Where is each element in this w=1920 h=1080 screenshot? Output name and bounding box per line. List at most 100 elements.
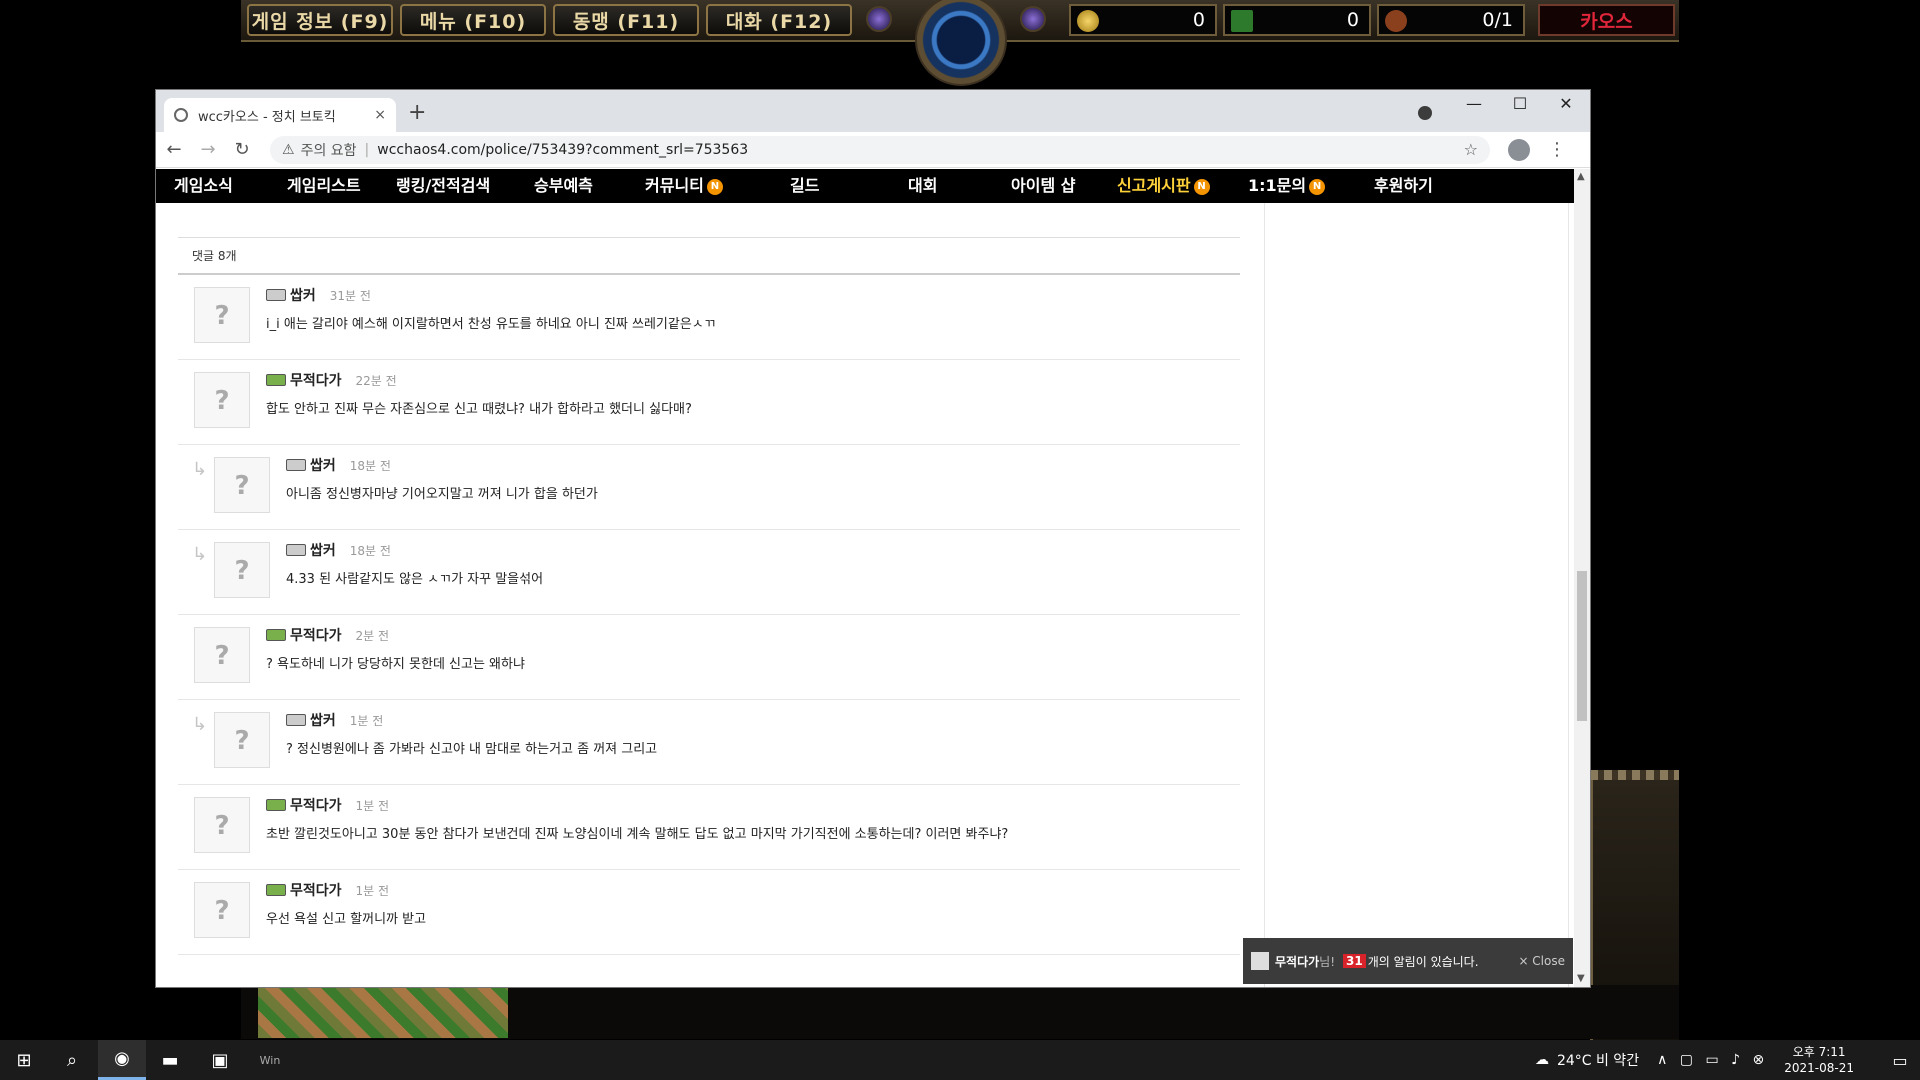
reply-arrow-icon: ↳ bbox=[192, 714, 208, 735]
site-nav: 게임소식 게임리스트 랭킹/전적검색 승부예측 커뮤니티 N 길드 대회 아이템 … bbox=[156, 169, 1576, 203]
nav-game-list[interactable]: 게임리스트 bbox=[287, 169, 361, 203]
chat-button[interactable]: 대화 (F12) bbox=[706, 4, 852, 36]
nav-game-news[interactable]: 게임소식 bbox=[174, 169, 233, 203]
food-counter: 0/1 bbox=[1377, 4, 1525, 36]
maximize-icon[interactable]: ☐ bbox=[1498, 94, 1542, 113]
comment-time: 1분 전 bbox=[355, 798, 390, 813]
comment-author[interactable]: 무적다가 22분 전 bbox=[266, 370, 397, 390]
security-label[interactable]: 주의 요함 bbox=[301, 140, 357, 160]
tab-search-icon[interactable] bbox=[1418, 106, 1432, 120]
lumber-value: 0 bbox=[1346, 9, 1359, 31]
avatar[interactable]: ? bbox=[194, 882, 250, 938]
menu-button[interactable]: 메뉴 (F10) bbox=[400, 4, 546, 36]
comment-author[interactable]: 쌉커 1분 전 bbox=[286, 710, 383, 730]
chaos-label: 카오스 bbox=[1538, 4, 1675, 36]
level-icon bbox=[266, 289, 286, 301]
notice-count: 31 bbox=[1343, 954, 1366, 968]
profile-icon[interactable] bbox=[1508, 138, 1530, 161]
back-icon[interactable]: ← bbox=[158, 139, 190, 160]
comment-author[interactable]: 쌉커 31분 전 bbox=[266, 285, 371, 305]
avatar[interactable]: ? bbox=[194, 287, 250, 343]
chrome-icon[interactable]: ◉ bbox=[98, 1040, 146, 1080]
comment-author[interactable]: 무적다가 1분 전 bbox=[266, 795, 389, 815]
comment-item: ? 쌉커 31분 전 i_i 애는 갈리야 예스해 이지랄하면서 찬성 유도를 하… bbox=[178, 275, 1240, 360]
notice-suffix: 님! bbox=[1319, 954, 1336, 969]
nav-label: 아이템 샵 bbox=[1011, 176, 1076, 195]
comment-author[interactable]: 무적다가 2분 전 bbox=[266, 625, 389, 645]
nav-guild[interactable]: 길드 bbox=[790, 169, 819, 203]
level-icon bbox=[286, 459, 306, 471]
search-icon[interactable]: ⌕ bbox=[48, 1040, 96, 1080]
scroll-up-icon[interactable]: ▲ bbox=[1577, 171, 1585, 182]
page-scrollbar[interactable]: ▲ ▼ bbox=[1574, 169, 1590, 987]
avatar[interactable]: ? bbox=[194, 797, 250, 853]
divider: | bbox=[364, 141, 370, 158]
avatar[interactable]: ? bbox=[214, 712, 270, 768]
scroll-down-icon[interactable]: ▼ bbox=[1577, 973, 1585, 984]
windows-start-icon[interactable]: ⊞ bbox=[0, 1040, 48, 1080]
minimize-icon[interactable]: — bbox=[1452, 94, 1496, 113]
comment-item: ? 무적다가 1분 전 초반 깔린것도아니고 30분 동안 참다가 보낸건데 진짜… bbox=[178, 785, 1240, 870]
close-icon[interactable]: ✕ bbox=[1544, 94, 1588, 113]
nav-label: 대회 bbox=[908, 176, 938, 195]
forward-icon[interactable]: → bbox=[192, 139, 224, 160]
avatar[interactable]: ? bbox=[214, 542, 270, 598]
new-badge: N bbox=[1309, 178, 1326, 195]
tab-close-button[interactable]: × bbox=[374, 107, 386, 123]
warcraft-icon[interactable]: ▣ bbox=[196, 1040, 244, 1080]
file-explorer-icon[interactable]: ▬ bbox=[146, 1040, 194, 1080]
gem-icon bbox=[1020, 6, 1046, 32]
more-menu-icon[interactable]: ⋮ bbox=[1548, 139, 1566, 160]
avatar[interactable]: ? bbox=[194, 627, 250, 683]
game-info-button[interactable]: 게임 정보 (F9) bbox=[247, 4, 393, 36]
author-name: 무적다가 bbox=[290, 883, 342, 899]
nav-community[interactable]: 커뮤니티 N bbox=[645, 169, 723, 203]
sidebar-divider bbox=[1568, 203, 1569, 987]
tab-title: wcc카오스 - 정치 브토킥 bbox=[198, 109, 336, 125]
app-label[interactable]: Win bbox=[246, 1040, 294, 1080]
comment-item: ? 무적다가 1분 전 우선 욕설 신고 할꺼니까 받고 bbox=[178, 870, 1240, 955]
nav-report-board[interactable]: 신고게시판 N bbox=[1117, 169, 1210, 203]
comment-time: 31분 전 bbox=[329, 288, 371, 303]
nav-tournament[interactable]: 대회 bbox=[908, 169, 937, 203]
tab-bar: wcc카오스 - 정치 브토킥 × + — ☐ ✕ bbox=[156, 90, 1590, 132]
comment-reply: ↳ ? 쌉커 18분 전 4.33 된 사람같지도 않은 ㅅㄲ가 자꾸 말을섞어 bbox=[178, 530, 1240, 615]
allies-button[interactable]: 동맹 (F11) bbox=[553, 4, 699, 36]
browser-window: wcc카오스 - 정치 브토킥 × + — ☐ ✕ ← → ↻ ⚠ 주의 요함 … bbox=[156, 90, 1590, 987]
comment-text: 4.33 된 사람같지도 않은 ㅅㄲ가 자꾸 말을섞어 bbox=[286, 572, 544, 587]
gold-value: 0 bbox=[1192, 9, 1205, 31]
comment-author[interactable]: 쌉커 18분 전 bbox=[286, 455, 391, 475]
notice-message: 개의 알림이 있습니다. bbox=[1367, 954, 1479, 969]
notice-close-button[interactable]: × Close bbox=[1518, 954, 1565, 968]
scroll-thumb[interactable] bbox=[1577, 571, 1587, 721]
comment-author[interactable]: 무적다가 1분 전 bbox=[266, 880, 389, 900]
tray-icons[interactable]: ∧ ▢ ▭ ♪ ⊗ bbox=[1657, 1052, 1768, 1068]
browser-tab[interactable]: wcc카오스 - 정치 브토킥 × bbox=[164, 98, 396, 132]
action-center-icon[interactable]: ▭ bbox=[1880, 1051, 1920, 1070]
screen: 게임 정보 (F9) 메뉴 (F10) 동맹 (F11) 대화 (F12) 0 … bbox=[0, 0, 1920, 1080]
url-text[interactable]: wcchaos4.com/police/753439?comment_srl=7… bbox=[377, 142, 1463, 158]
avatar[interactable]: ? bbox=[194, 372, 250, 428]
clock[interactable]: 오후 7:11 2021-08-21 bbox=[1784, 1044, 1854, 1076]
nav-item-shop[interactable]: 아이템 샵 bbox=[1011, 169, 1075, 203]
new-tab-button[interactable]: + bbox=[408, 100, 426, 125]
nav-label: 랭킹/전적검색 bbox=[396, 176, 491, 195]
gold-counter: 0 bbox=[1069, 4, 1217, 36]
reload-icon[interactable]: ↻ bbox=[226, 139, 258, 160]
omnibox[interactable]: ⚠ 주의 요함 | wcchaos4.com/police/753439?com… bbox=[270, 135, 1490, 164]
nav-label: 후원하기 bbox=[1374, 176, 1433, 195]
avatar[interactable]: ? bbox=[214, 457, 270, 513]
nav-inquiry[interactable]: 1:1문의 N bbox=[1248, 169, 1326, 203]
weather-text[interactable]: 24°C 비 약간 bbox=[1557, 1050, 1639, 1070]
comment-count: 댓글 8개 bbox=[178, 237, 1240, 275]
notification-popup[interactable]: 무적다가 님! 31 개의 알림이 있습니다. × Close bbox=[1243, 938, 1573, 984]
bookmark-star-icon[interactable]: ☆ bbox=[1464, 140, 1478, 159]
weather-icon[interactable]: ☁ bbox=[1535, 1052, 1549, 1068]
author-name: 무적다가 bbox=[290, 373, 342, 389]
nav-donate[interactable]: 후원하기 bbox=[1374, 169, 1433, 203]
nav-prediction[interactable]: 승부예측 bbox=[534, 169, 593, 203]
nav-ranking[interactable]: 랭킹/전적검색 bbox=[396, 169, 490, 203]
minimap[interactable] bbox=[258, 988, 508, 1038]
comment-author[interactable]: 쌉커 18분 전 bbox=[286, 540, 391, 560]
level-icon bbox=[286, 544, 306, 556]
